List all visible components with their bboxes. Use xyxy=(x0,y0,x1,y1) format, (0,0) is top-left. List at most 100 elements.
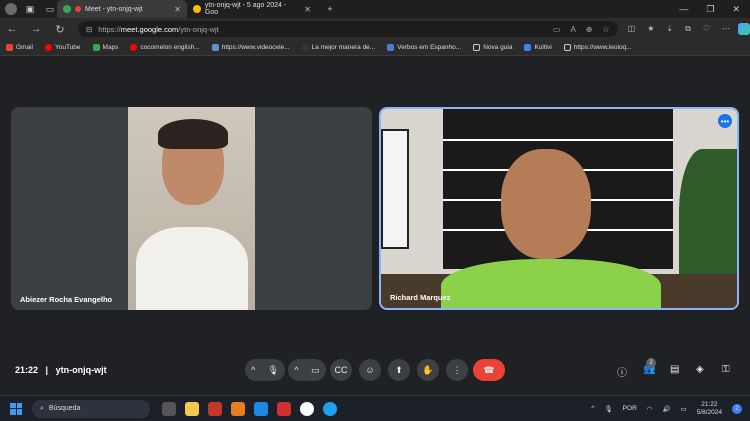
edge-browser-icon[interactable] xyxy=(323,401,337,416)
maps-icon xyxy=(92,44,100,51)
app-icon[interactable] xyxy=(231,401,245,416)
copilot-icon[interactable] xyxy=(738,23,750,35)
taskbar-search[interactable]: ⌕ Búsqueda xyxy=(32,399,150,418)
media-player-icon[interactable] xyxy=(300,401,314,416)
favorites-icon[interactable]: ★ xyxy=(647,24,654,34)
host-controls-icon[interactable]: ⚿ xyxy=(722,364,730,375)
bookmark-verbos[interactable]: Verbos em Espanho... xyxy=(387,44,461,51)
vertical-dots-icon: ⋮ xyxy=(452,364,462,375)
battery-icon[interactable]: ▭ xyxy=(681,405,687,413)
microphone-icon[interactable]: 🎙 xyxy=(267,365,278,376)
meeting-info: 21:22 | ytn-onjq-wjt xyxy=(15,365,107,375)
task-view-icon[interactable] xyxy=(162,401,176,416)
pdf-reader-icon[interactable] xyxy=(277,401,291,416)
more-options-button[interactable]: ⋮ xyxy=(446,359,468,381)
site-icon xyxy=(387,44,395,51)
collections-icon[interactable]: ⧉ xyxy=(685,24,691,34)
participant-tile-active[interactable]: ••• Richard Marquez xyxy=(379,107,739,310)
bookmark-youtube[interactable]: YouTube xyxy=(44,44,81,51)
bookmarks-bar: Gmail YouTube Maps cocomelon english... … xyxy=(0,40,750,56)
read-aloud-icon[interactable]: A xyxy=(570,25,575,34)
meet-control-bar: 21:22 | ytn-onjq-wjt ^ 🎙 ^ ▭ CC ☺ ⬆ ✋ ⋮ … xyxy=(0,357,750,385)
close-window-icon[interactable]: ✕ xyxy=(732,4,740,15)
zoom-icon[interactable]: ⊕ xyxy=(586,25,593,34)
activities-icon[interactable]: ◈ xyxy=(696,364,704,375)
site-info-icon[interactable]: ⊟ xyxy=(86,25,92,34)
clock[interactable]: 21:22 5/8/2024 xyxy=(697,401,722,417)
microphone-control[interactable]: ^ 🎙 xyxy=(245,359,285,381)
close-tab-icon[interactable]: ✕ xyxy=(174,5,181,14)
workspaces-icon[interactable]: ▣ xyxy=(23,2,37,16)
more-options-icon[interactable]: ⋯ xyxy=(722,24,730,34)
url-field[interactable]: ⊟ https://meet.google.com/ytn-onjq-wjt ▭… xyxy=(77,21,618,37)
windows-start-icon[interactable] xyxy=(10,402,22,415)
tab-label: ytn-onjq-wjt - 5 ago 2024 - Goo xyxy=(204,2,287,16)
new-tab-icon[interactable]: + xyxy=(323,2,337,16)
restore-icon[interactable]: ❐ xyxy=(706,4,714,15)
bookmark-nova-guia[interactable]: Nova guia xyxy=(473,44,512,51)
captions-button[interactable]: CC xyxy=(330,359,352,381)
tab-actions-icon[interactable]: ▭ xyxy=(43,2,57,16)
bookmark-leoloq[interactable]: https://www.leoloq... xyxy=(563,44,632,51)
leave-call-button[interactable]: ☎ xyxy=(473,359,505,381)
bookmark-videocele[interactable]: https://www.videocele... xyxy=(211,44,290,51)
people-icon[interactable]: 👥 2 xyxy=(643,358,656,375)
favorite-star-icon[interactable]: ☆ xyxy=(603,25,610,34)
bookmark-label: Gmail xyxy=(16,44,33,51)
bookmark-kultivi[interactable]: Kultivi xyxy=(524,44,552,51)
profile-avatar[interactable] xyxy=(5,3,17,15)
minimize-icon[interactable]: — xyxy=(679,4,688,15)
bookmark-label: cocomelon english... xyxy=(140,44,200,51)
close-tab-icon[interactable]: ✕ xyxy=(304,5,311,14)
forward-icon[interactable]: → xyxy=(24,23,48,35)
downloads-icon[interactable]: ⇣ xyxy=(666,24,673,34)
gmail-icon xyxy=(6,44,13,51)
hair-shape xyxy=(158,119,228,149)
back-icon[interactable]: ← xyxy=(0,23,24,35)
captions-icon: CC xyxy=(334,365,348,375)
chat-icon[interactable]: ▤ xyxy=(670,364,679,375)
bookmark-mejor-manera[interactable]: La mejor manera de... xyxy=(301,44,375,51)
bookmark-gmail[interactable]: Gmail xyxy=(6,44,33,51)
camera-control[interactable]: ^ ▭ xyxy=(288,359,326,381)
search-icon: ⌕ xyxy=(40,404,44,412)
app-icon[interactable] xyxy=(208,401,222,416)
shirt-shape xyxy=(136,227,248,310)
meeting-details-icon[interactable]: ⓘ xyxy=(617,364,627,379)
camera-indicator-icon[interactable]: ▭ xyxy=(553,25,561,34)
wall-art xyxy=(381,129,409,249)
microphone-tray-icon[interactable]: 🎙 xyxy=(604,405,612,413)
split-screen-icon[interactable]: ◫ xyxy=(628,24,636,34)
notification-badge[interactable]: 2 xyxy=(732,403,742,414)
volume-icon[interactable]: 🔊 xyxy=(662,405,670,413)
chevron-up-icon[interactable]: ^ xyxy=(591,405,594,412)
file-explorer-icon[interactable] xyxy=(185,401,199,416)
language-indicator[interactable]: POR xyxy=(623,405,637,412)
emoji-reaction-button[interactable]: ☺ xyxy=(359,359,381,381)
meet-stage: Abiezer Rocha Evangelho ••• Richard Marq… xyxy=(0,57,750,392)
raise-hand-button[interactable]: ✋ xyxy=(417,359,439,381)
meet-favicon-icon xyxy=(63,5,71,13)
camera-icon[interactable]: ▭ xyxy=(311,365,320,376)
meeting-code: ytn-onjq-wjt xyxy=(55,365,107,375)
tab-meeting-notes[interactable]: ytn-onjq-wjt - 5 ago 2024 - Goo ✕ xyxy=(187,0,317,18)
chevron-up-icon[interactable]: ^ xyxy=(251,365,255,375)
chevron-up-icon[interactable]: ^ xyxy=(294,365,298,375)
url-prefix: https:// xyxy=(98,24,121,34)
bookmark-maps[interactable]: Maps xyxy=(92,44,118,51)
url-path: /ytn-onjq-wjt xyxy=(178,24,219,34)
browser-essentials-icon[interactable]: ♡ xyxy=(703,24,710,34)
present-screen-button[interactable]: ⬆ xyxy=(388,359,410,381)
tab-meet[interactable]: Meet - ytn-onjq-wjt ✕ xyxy=(57,0,187,18)
refresh-icon[interactable]: ↻ xyxy=(48,23,72,36)
wifi-icon[interactable]: ◠ xyxy=(647,405,653,413)
more-options-icon[interactable]: ••• xyxy=(718,114,732,128)
tab-label: Meet - ytn-onjq-wjt xyxy=(85,5,143,13)
skype-icon[interactable] xyxy=(254,401,268,416)
bookmark-cocomelon[interactable]: cocomelon english... xyxy=(130,44,200,51)
clock-time: 21:22 xyxy=(701,400,718,408)
people-count-badge: 2 xyxy=(646,358,656,368)
participant-tile[interactable]: Abiezer Rocha Evangelho xyxy=(11,107,372,310)
hand-favicon-icon xyxy=(193,5,201,13)
shirt-shape xyxy=(441,259,661,308)
